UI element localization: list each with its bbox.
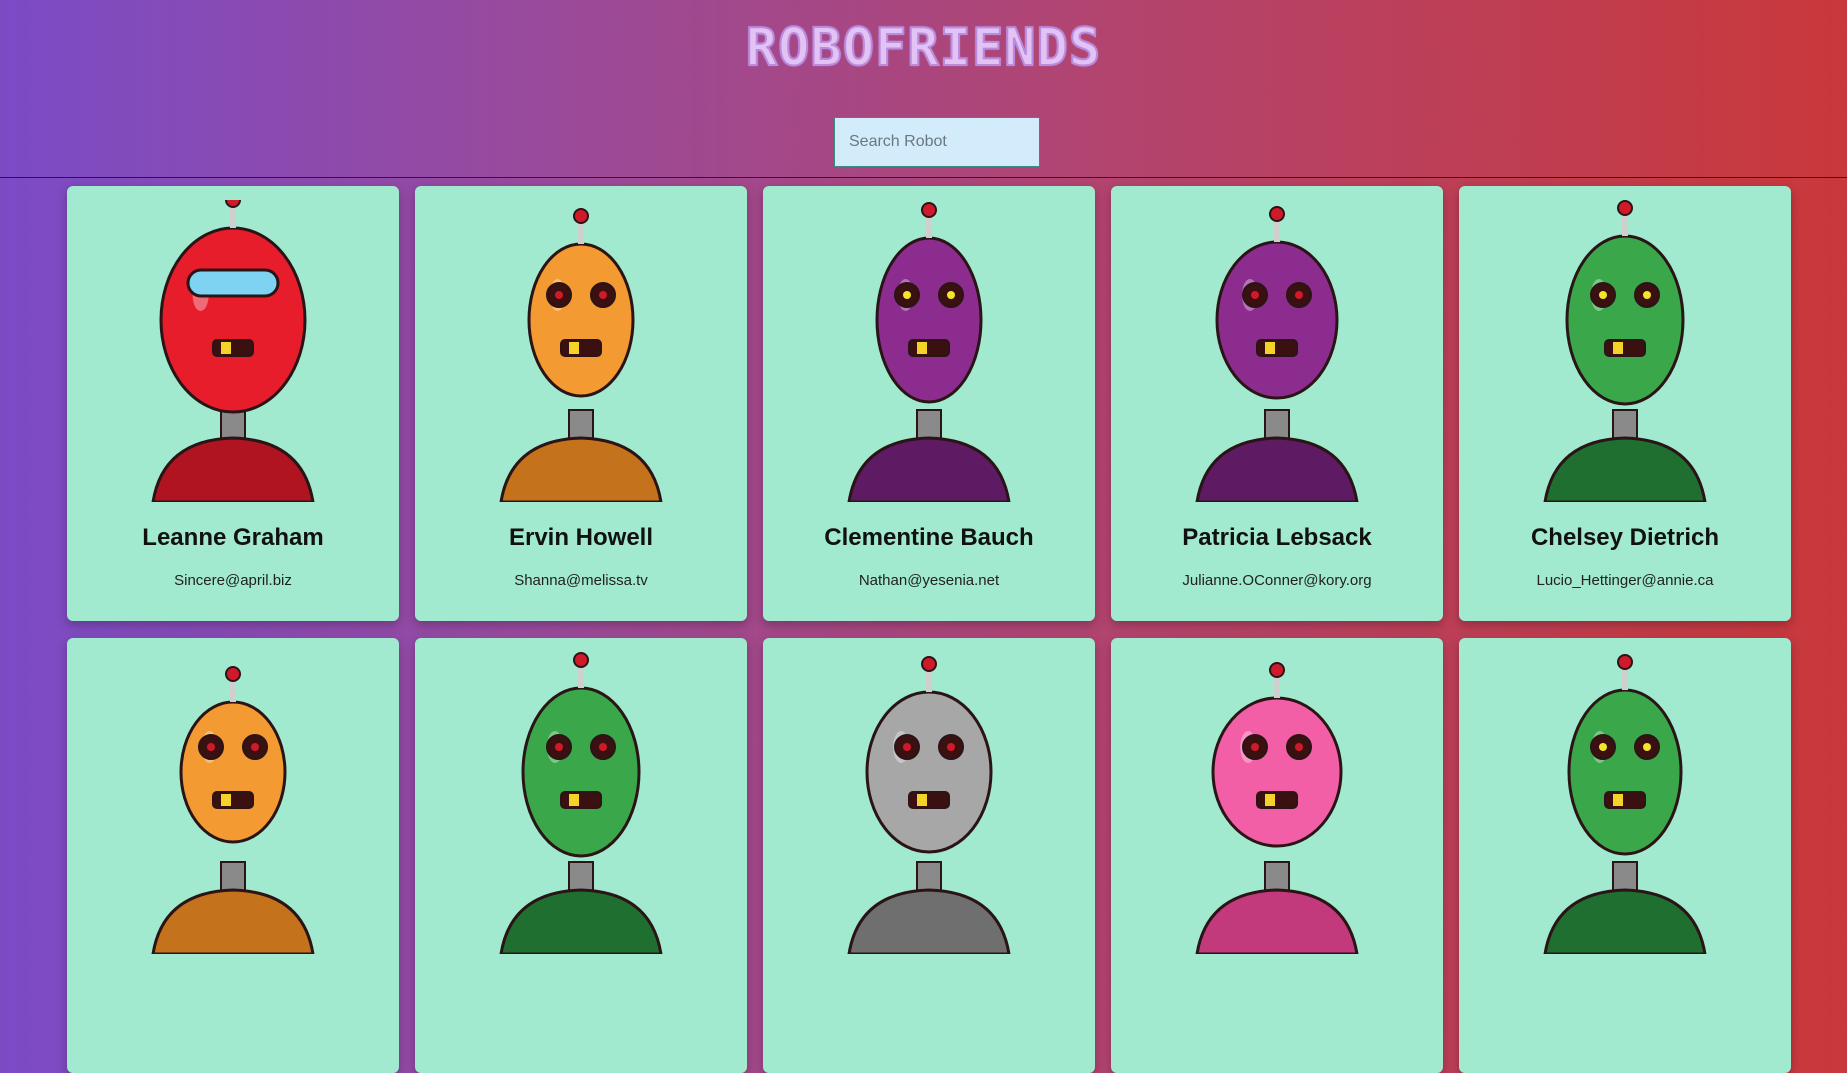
robot-name: Patricia Lebsack xyxy=(1182,524,1372,551)
robot-card[interactable]: Clementine Bauch Nathan@yesenia.net xyxy=(763,186,1095,621)
robot-email: Sincere@april.biz xyxy=(174,572,292,589)
robot-card[interactable] xyxy=(1111,638,1443,1073)
robot-avatar-icon xyxy=(151,666,315,954)
robot-card[interactable] xyxy=(763,638,1095,1073)
robot-email: Lucio_Hettinger@annie.ca xyxy=(1536,572,1714,589)
robot-avatar-icon xyxy=(1543,654,1707,954)
robot-name: Chelsey Dietrich xyxy=(1530,524,1720,551)
robot-avatar-icon xyxy=(847,656,1011,954)
robot-card[interactable]: Ervin Howell Shanna@melissa.tv xyxy=(415,186,747,621)
header: ROBOFRIENDS xyxy=(0,0,1847,178)
robot-card[interactable] xyxy=(1459,638,1791,1073)
robot-email: Julianne.OConner@kory.org xyxy=(1182,572,1372,589)
robot-email: Nathan@yesenia.net xyxy=(858,572,1000,589)
robot-card[interactable] xyxy=(415,638,747,1073)
robot-avatar-icon xyxy=(1195,662,1359,954)
robot-card[interactable]: Patricia Lebsack Julianne.OConner@kory.o… xyxy=(1111,186,1443,621)
robot-avatar-icon xyxy=(1195,206,1359,502)
robot-name: Leanne Graham xyxy=(142,524,324,551)
robot-name: Clementine Bauch xyxy=(824,524,1034,551)
robot-name: Ervin Howell xyxy=(508,524,654,551)
robot-avatar-icon xyxy=(847,202,1011,502)
search-input[interactable] xyxy=(834,117,1040,167)
robot-card[interactable] xyxy=(67,638,399,1073)
robot-avatar-icon xyxy=(499,208,663,502)
robot-email: Shanna@melissa.tv xyxy=(514,572,648,589)
robot-avatar-icon xyxy=(151,200,315,502)
robot-card[interactable]: Chelsey Dietrich Lucio_Hettinger@annie.c… xyxy=(1459,186,1791,621)
app-title: ROBOFRIENDS xyxy=(745,17,1102,79)
robot-avatar-icon xyxy=(1543,200,1707,502)
robot-avatar-icon xyxy=(499,652,663,954)
robot-card[interactable]: Leanne Graham Sincere@april.biz xyxy=(67,186,399,621)
